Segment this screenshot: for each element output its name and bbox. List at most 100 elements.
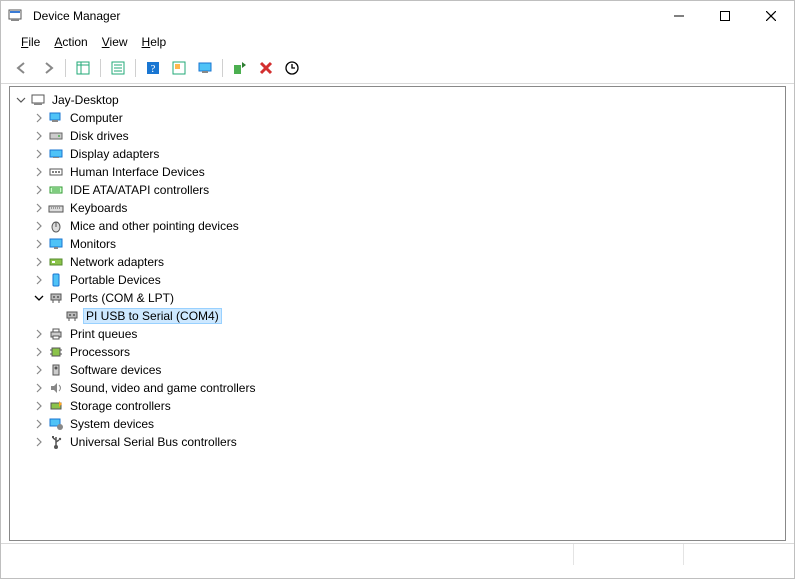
properties-button[interactable] <box>107 57 129 79</box>
node-label: Software devices <box>68 363 163 377</box>
tree-node-display[interactable]: Display adapters <box>10 145 785 163</box>
titlebar: Device Manager <box>1 1 794 31</box>
chevron-right-icon[interactable] <box>32 417 46 431</box>
node-label: Jay-Desktop <box>50 93 121 107</box>
chevron-right-icon[interactable] <box>32 255 46 269</box>
mouse-icon <box>48 218 64 234</box>
chevron-down-icon[interactable] <box>14 93 28 107</box>
display-adapter-icon <box>48 146 64 162</box>
forward-button[interactable] <box>37 57 59 79</box>
pc-icon <box>48 110 64 126</box>
cpu-icon <box>48 344 64 360</box>
tree-node-ports[interactable]: Ports (COM & LPT) <box>10 289 785 307</box>
show-hide-tree-button[interactable] <box>72 57 94 79</box>
node-label: IDE ATA/ATAPI controllers <box>68 183 211 197</box>
tree-node-computer[interactable]: Computer <box>10 109 785 127</box>
chevron-right-icon[interactable] <box>32 327 46 341</box>
port-icon <box>48 290 64 306</box>
minimize-button[interactable] <box>656 1 702 31</box>
tree-root[interactable]: Jay-Desktop <box>10 91 785 109</box>
node-label: Print queues <box>68 327 139 341</box>
toolbar-separator <box>100 59 101 77</box>
network-icon <box>48 254 64 270</box>
device-tree[interactable]: Jay-Desktop Computer Disk drives Display… <box>9 86 786 541</box>
chevron-right-icon[interactable] <box>32 345 46 359</box>
node-label: Portable Devices <box>68 273 163 287</box>
chevron-right-icon[interactable] <box>32 183 46 197</box>
chevron-right-icon[interactable] <box>32 147 46 161</box>
keyboard-icon <box>48 200 64 216</box>
tree-node-hid[interactable]: Human Interface Devices <box>10 163 785 181</box>
chevron-down-icon[interactable] <box>32 291 46 305</box>
svg-text:?: ? <box>151 63 156 75</box>
toolbar-separator <box>222 59 223 77</box>
tree-node-ide[interactable]: IDE ATA/ATAPI controllers <box>10 181 785 199</box>
chevron-right-icon[interactable] <box>32 129 46 143</box>
tree-node-portable[interactable]: Portable Devices <box>10 271 785 289</box>
node-label: Network adapters <box>68 255 166 269</box>
software-icon <box>48 362 64 378</box>
status-cell <box>684 544 794 565</box>
tree-node-system[interactable]: System devices <box>10 415 785 433</box>
tree-node-mice[interactable]: Mice and other pointing devices <box>10 217 785 235</box>
uninstall-device-button[interactable] <box>255 57 277 79</box>
tree-node-usb[interactable]: Universal Serial Bus controllers <box>10 433 785 451</box>
chevron-right-icon[interactable] <box>32 219 46 233</box>
chevron-right-icon[interactable] <box>32 273 46 287</box>
maximize-button[interactable] <box>702 1 748 31</box>
close-button[interactable] <box>748 1 794 31</box>
tree-node-processors[interactable]: Processors <box>10 343 785 361</box>
disk-icon <box>48 128 64 144</box>
tree-node-diskdrives[interactable]: Disk drives <box>10 127 785 145</box>
chevron-right-icon[interactable] <box>32 363 46 377</box>
node-label: Human Interface Devices <box>68 165 207 179</box>
menu-help[interactable]: Help <box>136 33 173 51</box>
tree-node-ports-child[interactable]: PI USB to Serial (COM4) <box>10 307 785 325</box>
node-label: System devices <box>68 417 156 431</box>
tree-node-sound[interactable]: Sound, video and game controllers <box>10 379 785 397</box>
menubar: File Action View Help <box>1 31 794 55</box>
chevron-right-icon[interactable] <box>32 237 46 251</box>
menu-view[interactable]: View <box>96 33 134 51</box>
tree-node-keyboards[interactable]: Keyboards <box>10 199 785 217</box>
update-driver-button[interactable] <box>281 57 303 79</box>
window-controls <box>656 1 794 31</box>
status-cell <box>574 544 684 565</box>
tree-node-network[interactable]: Network adapters <box>10 253 785 271</box>
back-button[interactable] <box>11 57 33 79</box>
tree-node-monitors[interactable]: Monitors <box>10 235 785 253</box>
enable-device-button[interactable] <box>229 57 251 79</box>
usb-icon <box>48 434 64 450</box>
storage-icon <box>48 398 64 414</box>
tree-node-printqueues[interactable]: Print queues <box>10 325 785 343</box>
portable-device-icon <box>48 272 64 288</box>
hid-icon <box>48 164 64 180</box>
system-icon <box>48 416 64 432</box>
chevron-right-icon[interactable] <box>32 201 46 215</box>
menu-file[interactable]: File <box>15 33 46 51</box>
chevron-right-icon[interactable] <box>32 399 46 413</box>
app-icon <box>7 8 23 24</box>
tree-node-software[interactable]: Software devices <box>10 361 785 379</box>
serial-port-icon <box>64 308 80 324</box>
chevron-right-icon[interactable] <box>32 111 46 125</box>
node-label: Sound, video and game controllers <box>68 381 257 395</box>
show-hidden-button[interactable] <box>194 57 216 79</box>
menu-action[interactable]: Action <box>48 33 93 51</box>
help-button[interactable]: ? <box>142 57 164 79</box>
ide-icon <box>48 182 64 198</box>
chevron-right-icon[interactable] <box>32 165 46 179</box>
node-label: Computer <box>68 111 125 125</box>
toolbar-separator <box>65 59 66 77</box>
node-label: Monitors <box>68 237 118 251</box>
chevron-right-icon[interactable] <box>32 381 46 395</box>
status-cell <box>1 544 574 565</box>
node-label: Storage controllers <box>68 399 173 413</box>
node-label: Display adapters <box>68 147 161 161</box>
computer-icon <box>30 92 46 108</box>
chevron-right-icon[interactable] <box>32 435 46 449</box>
toolbar-separator <box>135 59 136 77</box>
scan-hardware-button[interactable] <box>168 57 190 79</box>
tree-node-storage[interactable]: Storage controllers <box>10 397 785 415</box>
node-label: Ports (COM & LPT) <box>68 291 176 305</box>
